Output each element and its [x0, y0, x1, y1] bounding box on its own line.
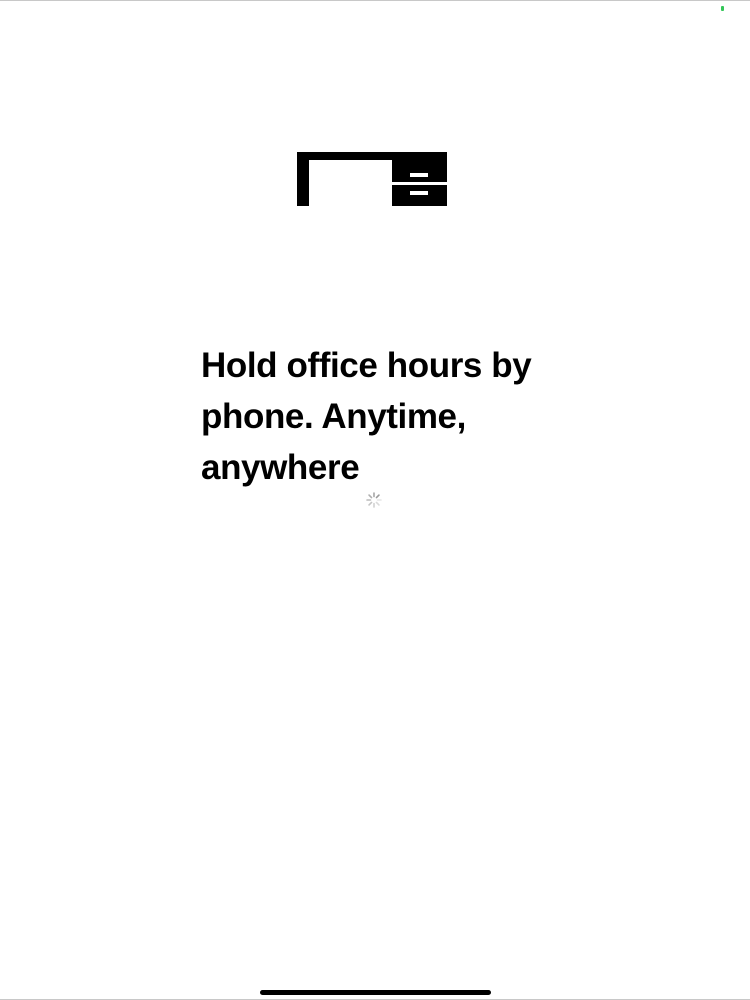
- desk-icon: [297, 152, 447, 206]
- spinner-spoke: [375, 494, 380, 499]
- headline: Hold office hours by phone. Anytime, any…: [201, 346, 532, 487]
- home-indicator[interactable]: [260, 990, 491, 995]
- status-indicator-dot: [721, 6, 724, 11]
- spinner-spoke: [368, 494, 373, 499]
- spinner-spoke: [368, 501, 373, 506]
- top-border: [0, 0, 750, 1]
- loading-spinner-icon: [366, 492, 382, 508]
- spinner-spoke: [375, 501, 380, 506]
